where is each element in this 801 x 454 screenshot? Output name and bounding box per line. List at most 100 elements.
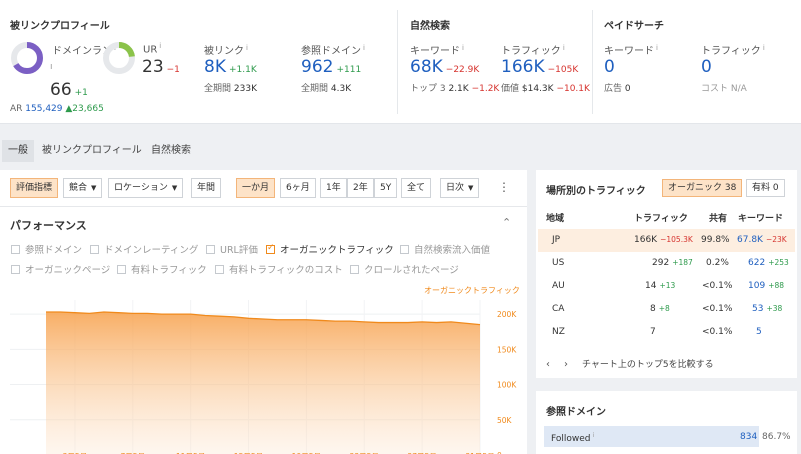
checkbox-box[interactable] <box>215 265 224 274</box>
followed-value[interactable]: 834 <box>740 432 757 442</box>
info-icon[interactable]: i <box>159 42 161 50</box>
metrics-button[interactable]: 評価指標 <box>10 178 59 198</box>
checkbox-box[interactable] <box>90 245 99 254</box>
y-tick-label: 150K <box>497 345 517 354</box>
compare-top5-footer: ‹ › チャート上のトップ5を比較する <box>546 357 714 370</box>
column-header-traffic[interactable]: トラフィック <box>634 211 688 224</box>
range-1-month[interactable]: 一か月 <box>236 178 276 198</box>
table-row[interactable]: AU 14 +13 <0.1% 109 +88 <box>538 275 795 298</box>
chevron-left-icon[interactable]: ‹ <box>546 359 550 370</box>
chevron-right-icon[interactable]: › <box>564 359 568 370</box>
checkbox-box[interactable] <box>266 243 275 254</box>
info-icon[interactable]: i <box>592 432 594 439</box>
domain-rating-value: 66 +1 <box>50 80 88 100</box>
ref-domains-all-time: 全期間 4.3K <box>301 84 352 94</box>
checkbox-organic-traffic[interactable]: オーガニックトラフィック <box>266 242 394 256</box>
chevron-up-icon[interactable]: ⌃ <box>502 216 511 229</box>
organic-toggle[interactable]: オーガニック 38 <box>662 179 743 197</box>
column-header-keywords[interactable]: キーワード <box>738 211 783 224</box>
tab-organic-search[interactable]: 自然検索 <box>145 140 197 162</box>
checkbox-paid-cost[interactable]: 有料トラフィックのコスト <box>215 262 343 276</box>
keywords-cell[interactable]: 53 +38 <box>752 304 782 314</box>
checkbox-organic-value[interactable]: 自然検索流入価値 <box>400 242 490 256</box>
domain-rating-ring <box>11 42 43 74</box>
checkbox-organic-pages[interactable]: オーガニックページ <box>11 262 110 276</box>
divider <box>397 10 398 114</box>
period-button[interactable]: 年間 <box>191 178 222 198</box>
range-6-months[interactable]: 6ヶ月 <box>280 178 316 198</box>
paid-ads: 広告 0 <box>604 84 631 94</box>
table-row[interactable]: CA 8 +8 <0.1% 53 +38 <box>538 298 795 321</box>
checkbox-domain-rating[interactable]: ドメインレーティング <box>90 242 198 256</box>
keywords-cell[interactable]: 109 +88 <box>748 281 784 291</box>
paid-keywords-value[interactable]: 0 <box>604 57 615 77</box>
traffic-cell: 8 +8 <box>650 304 670 314</box>
checkbox-box[interactable] <box>350 265 359 274</box>
keywords-cell[interactable]: 67.8K −23K <box>737 235 787 245</box>
column-header-share[interactable]: 共有 <box>709 211 727 224</box>
range-5-years[interactable]: 5Y <box>374 178 398 198</box>
checkbox-box[interactable] <box>206 245 215 254</box>
backlinks-section-title: 被リンクプロフィール <box>10 21 110 32</box>
location-dropdown[interactable]: ロケーション ▼ <box>108 178 184 198</box>
organic-traffic-chart[interactable]: 200K150K100K50K03日5月7日5月11日5月15日5月19日5月2… <box>0 290 527 454</box>
granularity-dropdown[interactable]: 日次 ▼ <box>440 178 480 198</box>
caret-down-icon: ▼ <box>91 184 97 192</box>
organic-top3: トップ 3 2.1K −1.2K <box>410 84 500 94</box>
info-icon[interactable]: i <box>246 44 248 52</box>
country-code: CA <box>552 304 565 314</box>
traffic-by-location-card: 場所別のトラフィック オーガニック 38 有料 0 地域 トラフィック 共有 キ… <box>536 170 797 378</box>
info-icon[interactable]: i <box>363 44 365 52</box>
ref-domains-value[interactable]: 962 +111 <box>301 57 361 77</box>
info-icon[interactable]: i <box>563 44 565 52</box>
y-tick-label: 200K <box>497 310 517 319</box>
table-row[interactable]: JP 166K −105.3K 99.8% 67.8K −23K <box>538 229 795 252</box>
checkbox-url-rating[interactable]: URL評価 <box>206 242 258 256</box>
share-cell: 0.2% <box>706 258 729 268</box>
organic-traffic-value[interactable]: 166K −105K <box>501 57 578 77</box>
ref-domains-label[interactable]: 参照ドメイン i <box>301 42 365 57</box>
info-icon[interactable]: i <box>656 44 658 52</box>
backlinks-label[interactable]: 被リンク i <box>204 42 248 57</box>
backlinks-all-time: 全期間 233K <box>204 84 257 94</box>
url-rating-value: 23 −1 <box>142 57 180 77</box>
keywords-cell[interactable]: 622 +253 <box>748 258 789 268</box>
more-options-icon[interactable]: ⋮ <box>498 180 510 194</box>
range-2-years[interactable]: 2年 <box>347 178 374 198</box>
country-code: US <box>552 258 565 268</box>
paid-traffic-value[interactable]: 0 <box>701 57 712 77</box>
organic-keywords-label[interactable]: キーワード i <box>410 42 464 57</box>
paid-keywords-label[interactable]: キーワード i <box>604 42 658 57</box>
tab-general[interactable]: 一般 <box>2 140 34 162</box>
followed-percent: 86.7% <box>762 432 791 442</box>
competitors-dropdown[interactable]: 競合 ▼ <box>63 178 103 198</box>
organic-keywords-value[interactable]: 68K −22.9K <box>410 57 479 77</box>
performance-title: パフォーマンス <box>10 219 87 232</box>
column-header-region[interactable]: 地域 <box>546 211 564 224</box>
backlinks-value[interactable]: 8K +1.1K <box>204 57 257 77</box>
keywords-cell[interactable]: 5 <box>756 327 762 337</box>
checkbox-box[interactable] <box>117 265 126 274</box>
table-row[interactable]: US 292 +187 0.2% 622 +253 <box>538 252 795 275</box>
range-1-year[interactable]: 1年 <box>320 178 347 198</box>
checkbox-ref-domains[interactable]: 参照ドメイン <box>11 242 82 256</box>
traffic-cell: 166K −105.3K <box>634 235 693 245</box>
caret-down-icon: ▼ <box>468 184 474 192</box>
organic-traffic-label[interactable]: トラフィック i <box>501 42 565 57</box>
checkbox-paid-traffic[interactable]: 有料トラフィック <box>117 262 207 276</box>
table-row[interactable]: NZ 7 <0.1% 5 <box>538 321 795 344</box>
info-icon[interactable]: i <box>462 44 464 52</box>
checkbox-box[interactable] <box>400 245 409 254</box>
checkbox-box[interactable] <box>11 245 20 254</box>
info-icon[interactable]: i <box>763 44 765 52</box>
checkbox-crawled-pages[interactable]: クロールされたページ <box>350 262 459 276</box>
url-rating-ring <box>103 42 135 74</box>
compare-top5-link[interactable]: チャート上のトップ5を比較する <box>582 360 714 370</box>
checkbox-box[interactable] <box>11 265 20 274</box>
paid-toggle[interactable]: 有料 0 <box>746 179 785 197</box>
url-rating-label[interactable]: UR i <box>143 42 161 55</box>
range-all[interactable]: 全て <box>401 178 432 198</box>
ref-domains-card: 参照ドメイン Followed i 834 86.7% <box>536 391 797 454</box>
tab-backlink-profile[interactable]: 被リンクプロフィール <box>36 140 148 162</box>
paid-traffic-label[interactable]: トラフィック i <box>701 42 765 57</box>
